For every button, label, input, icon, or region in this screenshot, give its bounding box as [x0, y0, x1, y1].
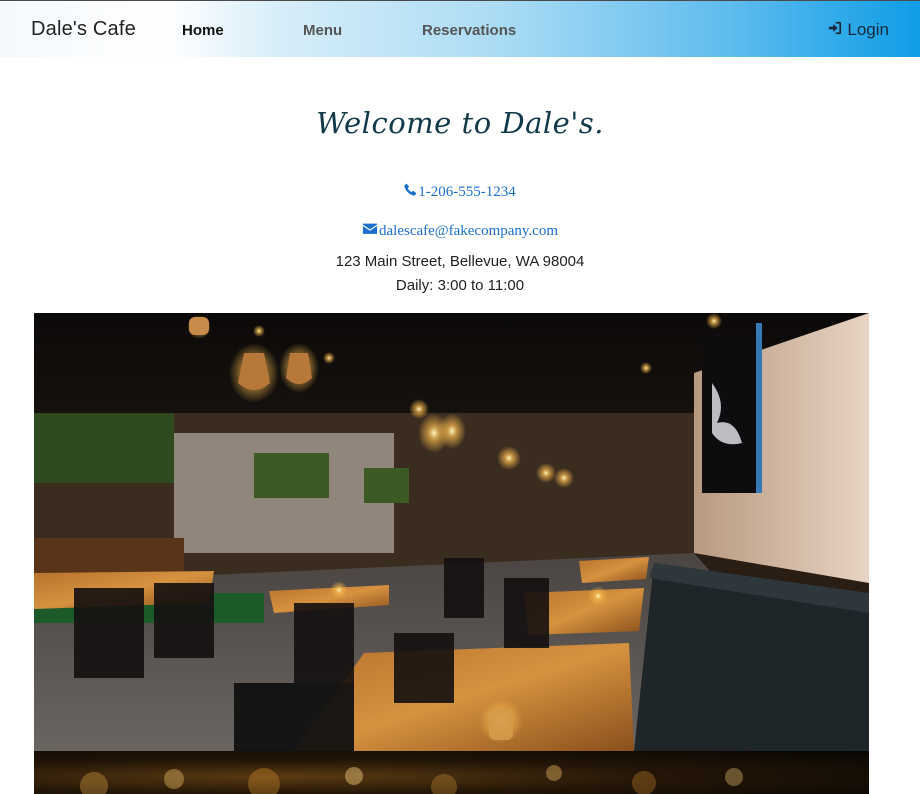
nav-menu-link[interactable]: Menu: [303, 22, 342, 39]
navbar: Dale's Cafe Home Menu Reservations Login: [0, 0, 920, 57]
phone-number: 1-206-555-1234: [418, 183, 516, 200]
email-address: dalescafe@fakecompany.com: [379, 222, 558, 239]
email-link[interactable]: dalescafe@fakecompany.com: [0, 222, 920, 240]
login-link[interactable]: Login: [828, 20, 889, 40]
hours-text: Daily: 3:00 to 11:00: [395, 277, 525, 294]
welcome-heading: Welcome to Dale's.: [316, 106, 604, 140]
restaurant-interior-image: [34, 313, 869, 751]
envelope-icon: [362, 222, 378, 240]
nav-reservations-link[interactable]: Reservations: [422, 22, 516, 39]
sign-in-icon: [828, 20, 842, 40]
login-label: Login: [847, 20, 889, 39]
nav-home-link[interactable]: Home: [182, 22, 224, 39]
bokeh-lights-image: [34, 751, 869, 794]
address-text: 123 Main Street, Bellevue, WA 98004: [335, 253, 585, 270]
phone-link[interactable]: 1-206-555-1234: [0, 183, 920, 201]
brand-link[interactable]: Dale's Cafe: [31, 18, 136, 41]
phone-icon: [404, 183, 417, 201]
